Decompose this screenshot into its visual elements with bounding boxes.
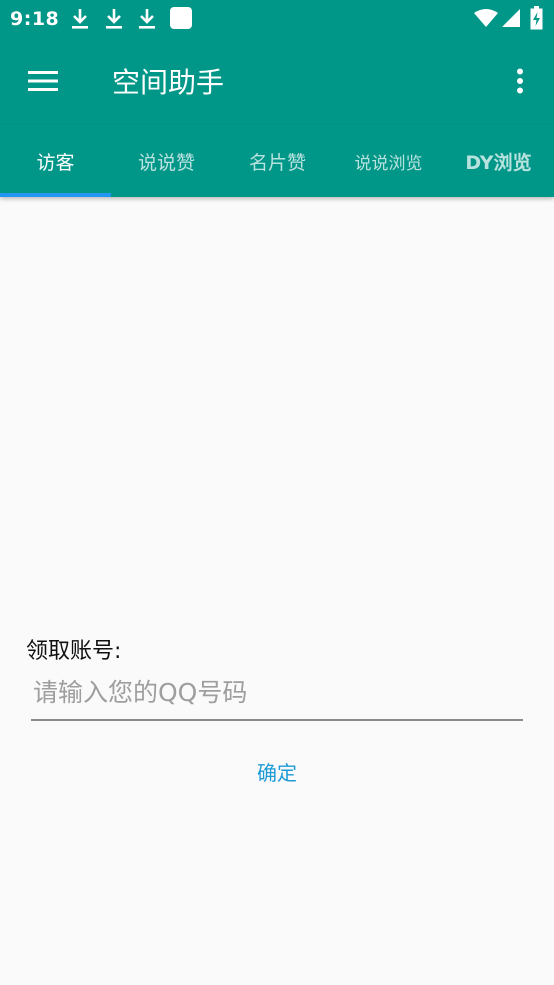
confirm-button[interactable]: 确定 — [197, 745, 357, 797]
wifi-icon — [474, 9, 498, 27]
main-content: 领取账号: 确定 — [0, 197, 554, 985]
tab-post-views[interactable]: 说说浏览 — [333, 125, 444, 197]
app-bar: 空间助手 — [0, 37, 554, 125]
tab-bar: 访客 说说赞 名片赞 说说浏览 DY浏览 — [0, 125, 554, 197]
qq-number-input[interactable] — [31, 671, 523, 721]
tab-post-likes[interactable]: 说说赞 — [111, 125, 222, 197]
app-title: 空间助手 — [112, 66, 225, 99]
status-time: 9:18 — [10, 8, 60, 30]
tab-dy-views[interactable]: DY浏览 — [443, 125, 554, 197]
more-vert-icon — [517, 68, 523, 94]
account-label: 领取账号: — [26, 639, 122, 664]
more-options-button[interactable] — [500, 55, 540, 107]
menu-button[interactable] — [14, 55, 72, 107]
status-bar: 9:18 — [0, 0, 554, 37]
square-notification-icon — [170, 7, 192, 29]
battery-charging-icon — [530, 6, 543, 30]
download-icon — [139, 9, 155, 29]
signal-icon — [502, 9, 520, 27]
tab-card-likes[interactable]: 名片赞 — [222, 125, 333, 197]
download-icon — [106, 9, 122, 29]
download-icon — [72, 9, 88, 29]
tab-visitors[interactable]: 访客 — [0, 125, 111, 197]
menu-icon — [28, 71, 58, 91]
